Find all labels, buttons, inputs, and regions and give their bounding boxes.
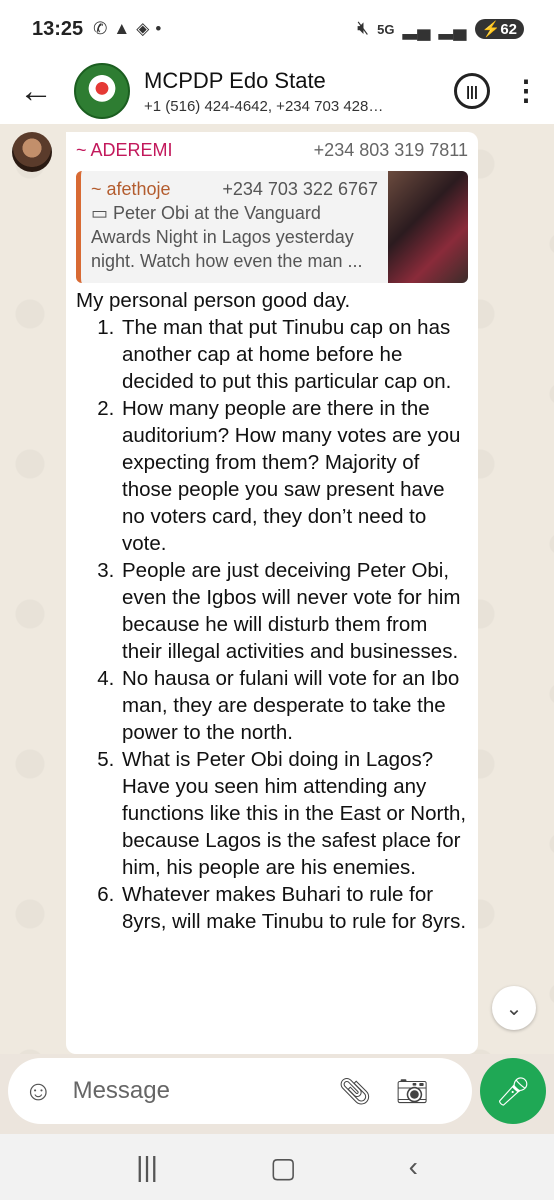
home-icon[interactable]: ▢ <box>270 1151 296 1184</box>
video-icon: ▭ <box>91 203 109 223</box>
scroll-down-icon[interactable]: ⌄ <box>492 986 536 1030</box>
navigation-bar: ||| ▢ ‹ <box>0 1134 554 1200</box>
mic-icon[interactable]: 🎤︎ <box>480 1058 546 1124</box>
more-options-icon[interactable]: ⋮ <box>512 77 540 105</box>
sender-name[interactable]: ~ ADEREMI <box>76 140 173 161</box>
sender-phone: +234 803 319 7811 <box>313 140 468 160</box>
message-input[interactable] <box>72 1077 323 1105</box>
mute-icon: 🔇︎ <box>357 18 370 39</box>
back-arrow-icon[interactable]: ← <box>6 61 66 121</box>
message-composer: ☺ 📎︎ 📷︎ <box>8 1058 472 1124</box>
message-text: My personal person good day. The man tha… <box>76 287 468 935</box>
battery-icon: ⚡62 <box>474 19 524 39</box>
video-thumbnail[interactable] <box>388 171 468 283</box>
status-time: 13:25 <box>32 17 84 40</box>
header-info[interactable]: MCPDP Edo State +1 (516) 424-4642, +234 … <box>144 68 434 115</box>
status-bar: 13:25 ✆ ▲ ◈ • 🔇︎ 5G ▂▄ ▂▄ ⚡62 <box>0 0 554 58</box>
message-points: The man that put Tinubu cap on has anoth… <box>104 314 468 935</box>
message-intro: My personal person good day. <box>76 289 351 312</box>
app-icon: ◈ <box>136 19 150 38</box>
group-title: MCPDP Edo State <box>144 67 326 93</box>
list-item: No hausa or fulani will vote for an Ibo … <box>120 665 468 746</box>
5g-icon: 5G <box>377 21 395 37</box>
dot-icon: • <box>155 19 162 38</box>
quote-author: ~ afethoje <box>91 179 171 199</box>
drive-icon: ▲ <box>113 19 131 38</box>
emoji-icon[interactable]: ☺ <box>24 1075 53 1107</box>
list-item: The man that put Tinubu cap on has anoth… <box>120 314 468 395</box>
whatsapp-icon: ✆ <box>93 19 108 38</box>
list-item: Whatever makes Buhari to rule for 8yrs, … <box>120 881 468 935</box>
quote-text: Peter Obi at the Vanguard Awards Night i… <box>91 203 363 271</box>
voice-chat-icon[interactable]: ||| <box>454 73 490 109</box>
group-participants: +1 (516) 424-4642, +234 703 428… <box>144 97 384 115</box>
group-avatar[interactable] <box>74 63 130 119</box>
chat-area[interactable]: ~ ADEREMI +234 803 319 7811 ~ afethoje +… <box>0 124 554 1054</box>
quote-phone: +234 703 322 6767 <box>222 179 378 199</box>
quoted-message[interactable]: ~ afethoje +234 703 322 6767 ▭ Peter Obi… <box>76 171 468 283</box>
chat-header: ← MCPDP Edo State +1 (516) 424-4642, +23… <box>0 58 554 124</box>
recents-icon[interactable]: ||| <box>136 1151 158 1183</box>
list-item: How many people are there in the auditor… <box>120 395 468 557</box>
attach-icon[interactable]: 📎︎ <box>339 1076 372 1107</box>
signal-icon-2: ▂▄ <box>438 18 467 40</box>
sender-avatar[interactable] <box>12 132 52 172</box>
list-item: People are just deceiving Peter Obi, eve… <box>120 557 468 665</box>
camera-icon[interactable]: 📷︎ <box>396 1076 429 1107</box>
back-nav-icon[interactable]: ‹ <box>409 1151 418 1183</box>
battery-level: 62 <box>500 21 517 38</box>
signal-icon: ▂▄ <box>402 18 431 40</box>
message-bubble[interactable]: ~ ADEREMI +234 803 319 7811 ~ afethoje +… <box>66 132 478 1054</box>
list-item: What is Peter Obi doing in Lagos? Have y… <box>120 746 468 881</box>
